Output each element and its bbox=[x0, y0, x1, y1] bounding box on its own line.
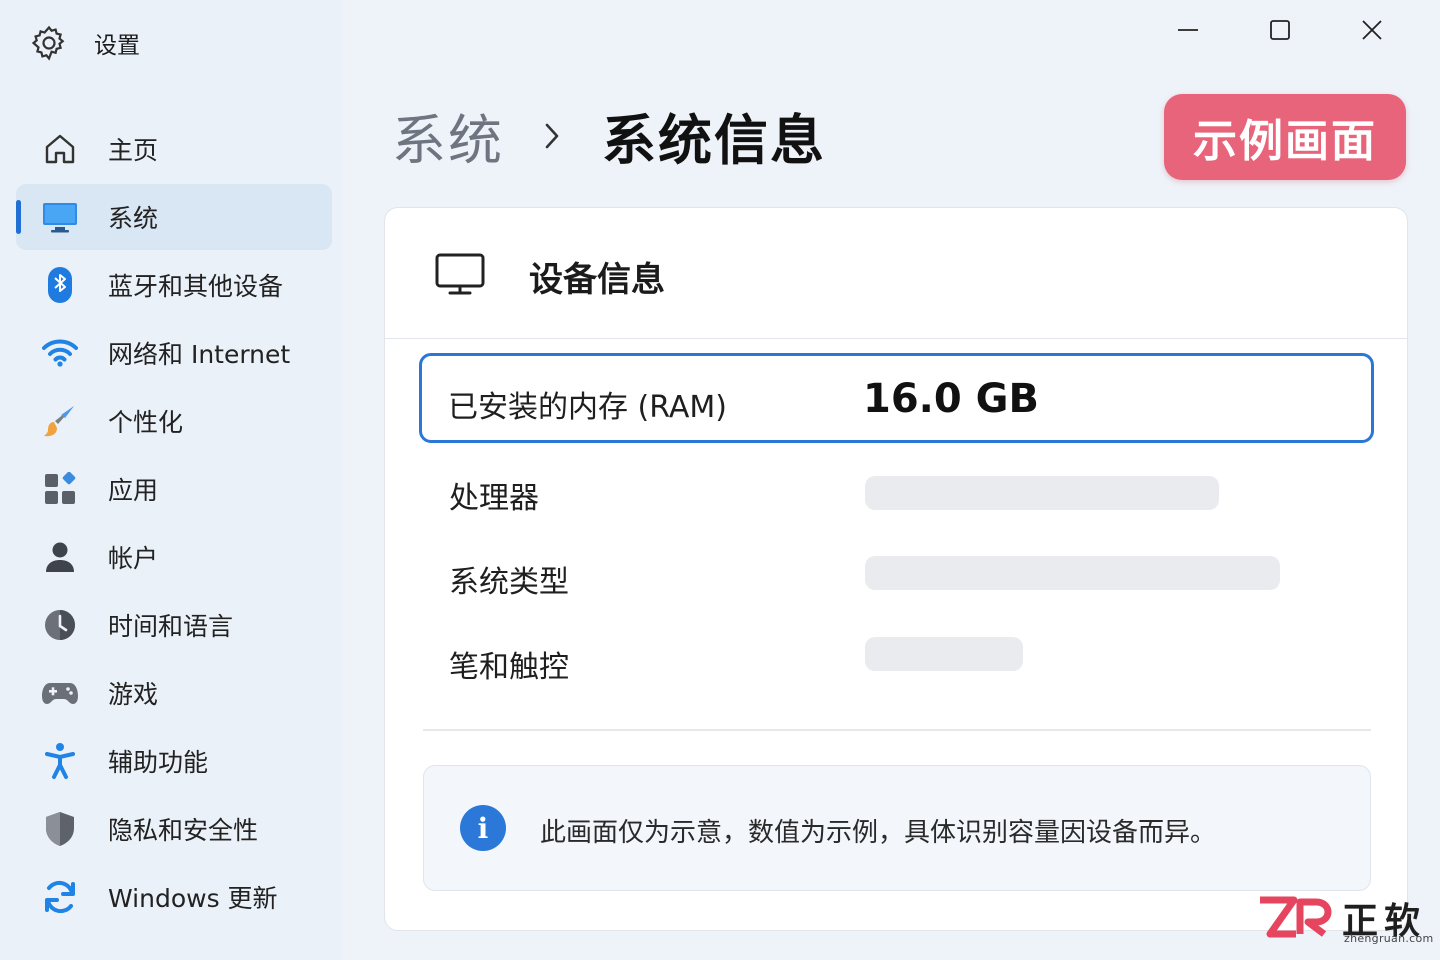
pen-touch-value-placeholder bbox=[865, 637, 1023, 671]
info-note: i 此画面仅为示意，数值为示例，具体识别容量因设备而异。 bbox=[423, 765, 1371, 891]
sample-badge: 示例画面 bbox=[1164, 94, 1406, 180]
sidebar-item-bluetooth[interactable]: 蓝牙和其他设备 bbox=[16, 252, 332, 318]
sidebar-nav: 主页 系统 蓝牙和其他设备 网络和 Internet 个性化 应用 帐户 时间和… bbox=[16, 116, 332, 932]
processor-label: 处理器 bbox=[449, 481, 539, 516]
clock-icon bbox=[40, 605, 80, 645]
sidebar-item-gaming[interactable]: 游戏 bbox=[16, 660, 332, 726]
breadcrumb-parent[interactable]: 系统 bbox=[392, 96, 504, 175]
sidebar-item-windows-update[interactable]: Windows 更新 bbox=[16, 864, 332, 930]
watermark: 正软 zhengruan.com bbox=[1256, 892, 1434, 948]
gear-icon bbox=[30, 24, 68, 62]
close-icon bbox=[1361, 19, 1383, 45]
sidebar-item-apps[interactable]: 应用 bbox=[16, 456, 332, 522]
info-icon: i bbox=[460, 805, 506, 851]
close-button[interactable] bbox=[1326, 14, 1418, 50]
card-title: 设备信息 bbox=[529, 260, 665, 300]
monitor-icon bbox=[40, 197, 80, 237]
sidebar-item-privacy[interactable]: 隐私和安全性 bbox=[16, 796, 332, 862]
breadcrumb: 系统 系统信息 bbox=[392, 96, 826, 175]
sidebar-item-label: 网络和 Internet bbox=[108, 340, 291, 369]
card-header: 设备信息 bbox=[385, 208, 1407, 339]
app-title-row: 设置 bbox=[30, 24, 140, 62]
sidebar-item-label: 游戏 bbox=[108, 680, 159, 709]
gamepad-icon bbox=[40, 673, 80, 713]
wifi-icon bbox=[40, 333, 80, 373]
chevron-right-icon bbox=[544, 122, 560, 150]
pen-touch-label: 笔和触控 bbox=[449, 650, 569, 685]
processor-value-placeholder bbox=[865, 476, 1219, 510]
sidebar: 设置 主页 系统 蓝牙和其他设备 网络和 Internet 个性化 应用 帐户 … bbox=[0, 0, 342, 960]
sidebar-item-label: 隐私和安全性 bbox=[108, 816, 259, 845]
sidebar-item-label: 应用 bbox=[108, 476, 159, 505]
ram-label: 已安装的内存 (RAM) bbox=[448, 390, 727, 425]
shield-icon bbox=[40, 809, 80, 849]
sidebar-item-label: 蓝牙和其他设备 bbox=[108, 272, 284, 301]
info-note-text: 此画面仅为示意，数值为示例，具体识别容量因设备而异。 bbox=[540, 818, 1217, 848]
accessibility-icon bbox=[40, 741, 80, 781]
sidebar-item-label: 帐户 bbox=[108, 544, 159, 573]
ram-value: 16.0 GB bbox=[863, 376, 1039, 422]
sidebar-item-home[interactable]: 主页 bbox=[16, 116, 332, 182]
maximize-button[interactable] bbox=[1234, 14, 1326, 50]
person-icon bbox=[40, 537, 80, 577]
monitor-icon bbox=[435, 252, 487, 300]
sidebar-item-accounts[interactable]: 帐户 bbox=[16, 524, 332, 590]
brush-icon bbox=[40, 401, 80, 441]
sidebar-item-label: 系统 bbox=[108, 204, 159, 233]
watermark-domain: zhengruan.com bbox=[1344, 932, 1434, 945]
sidebar-item-label: 个性化 bbox=[108, 408, 184, 437]
divider bbox=[423, 729, 1371, 731]
ram-row[interactable]: 已安装的内存 (RAM) 16.0 GB bbox=[419, 353, 1374, 443]
apps-icon bbox=[40, 469, 80, 509]
window-controls bbox=[1142, 14, 1418, 50]
system-type-value-placeholder bbox=[865, 556, 1280, 590]
device-info-card: 设备信息 已安装的内存 (RAM) 16.0 GB 处理器 系统类型 笔和触控 … bbox=[384, 207, 1408, 931]
minimize-icon bbox=[1177, 19, 1199, 45]
sidebar-item-accessibility[interactable]: 辅助功能 bbox=[16, 728, 332, 794]
sidebar-item-time-language[interactable]: 时间和语言 bbox=[16, 592, 332, 658]
sidebar-item-system[interactable]: 系统 bbox=[16, 184, 332, 250]
minimize-button[interactable] bbox=[1142, 14, 1234, 50]
sidebar-item-label: 辅助功能 bbox=[108, 748, 209, 777]
refresh-icon bbox=[40, 877, 80, 917]
sidebar-item-personalization[interactable]: 个性化 bbox=[16, 388, 332, 454]
app-title: 设置 bbox=[94, 33, 140, 59]
sidebar-item-label: Windows 更新 bbox=[108, 884, 278, 913]
bluetooth-icon bbox=[40, 265, 80, 305]
system-type-label: 系统类型 bbox=[449, 565, 569, 600]
home-icon bbox=[40, 129, 80, 169]
sidebar-item-label: 主页 bbox=[108, 136, 159, 165]
sidebar-item-network[interactable]: 网络和 Internet bbox=[16, 320, 332, 386]
maximize-icon bbox=[1269, 19, 1291, 45]
zr-logo-icon bbox=[1256, 894, 1336, 946]
sidebar-item-label: 时间和语言 bbox=[108, 612, 234, 641]
page-title: 系统信息 bbox=[602, 109, 826, 172]
